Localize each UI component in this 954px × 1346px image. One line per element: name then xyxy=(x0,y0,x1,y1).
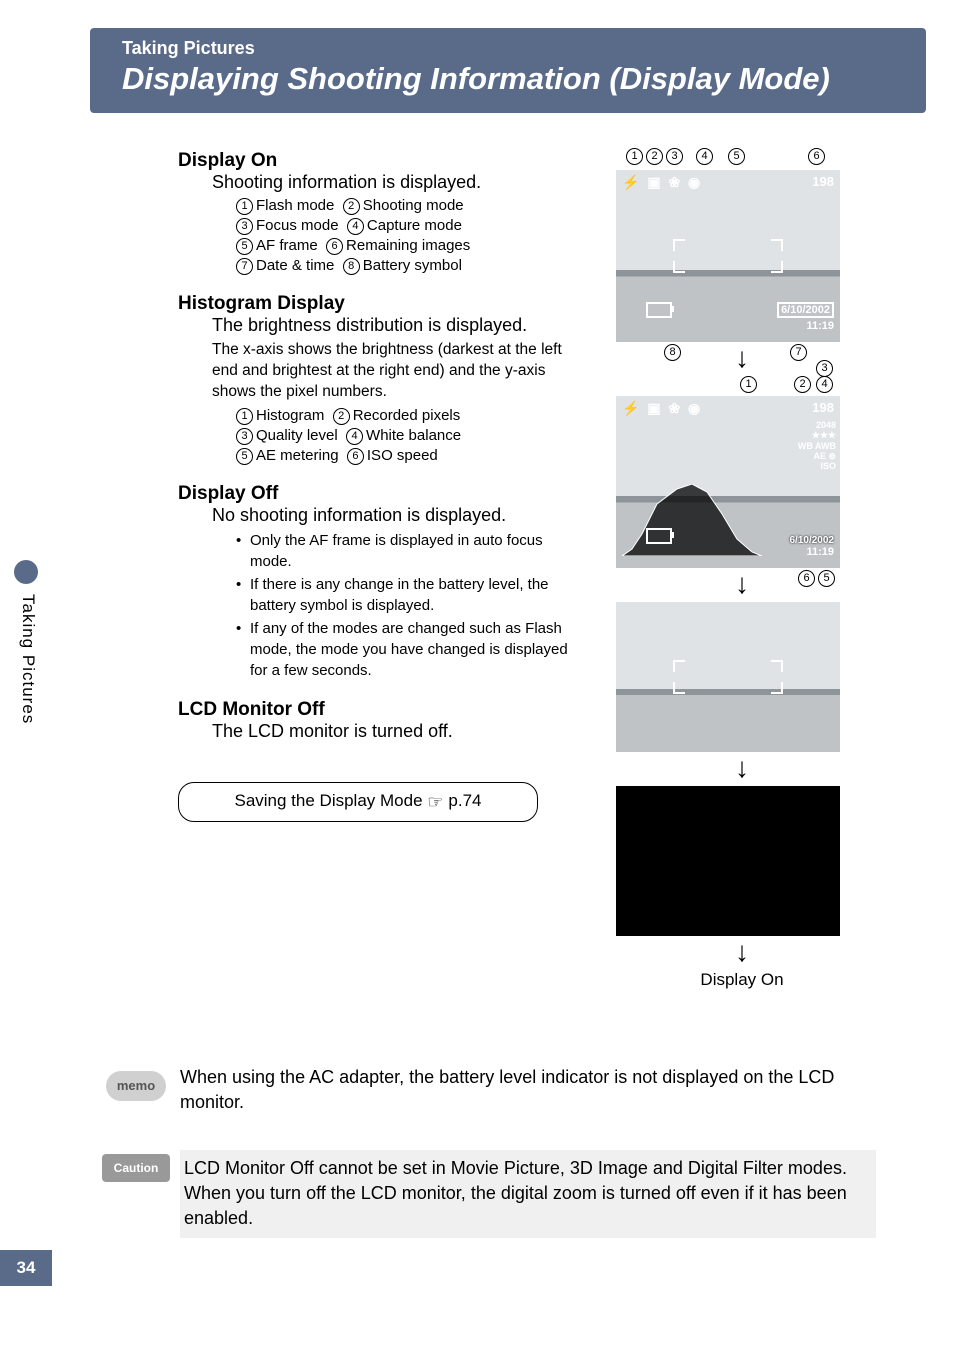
pointer-icon: ☞ xyxy=(427,792,448,812)
section-title: Display On xyxy=(178,150,578,172)
page-header: Taking Pictures Displaying Shooting Info… xyxy=(90,28,926,113)
bullet: If there is any change in the battery le… xyxy=(236,574,578,616)
memo-label: memo xyxy=(106,1071,166,1101)
side-tab: Taking Pictures xyxy=(0,560,52,820)
callout-row-h-top: 1 2 3 4 xyxy=(612,376,852,398)
section-display-off: Display Off No shooting information is d… xyxy=(178,483,578,681)
memo-block: memo When using the AC adapter, the batt… xyxy=(106,1065,866,1115)
battery-icon xyxy=(646,302,672,318)
section-lead: Shooting information is displayed. xyxy=(212,172,578,193)
section-title: Display Off xyxy=(178,483,578,505)
item-list: 1Histogram 2Recorded pixels 3Quality lev… xyxy=(236,407,578,465)
histogram-info: 2048 ★★★ WB AWB AE ⊚ ISO xyxy=(780,420,836,472)
histogram-icon xyxy=(622,484,762,556)
section-body: The x-axis shows the brightness (darkest… xyxy=(212,340,578,403)
item-list: 1Flash mode 2Shooting mode 3Focus mode 4… xyxy=(236,197,578,275)
side-dot-icon xyxy=(14,560,38,584)
time-label: 11:19 xyxy=(806,546,834,558)
cycle-end-label: Display On xyxy=(612,970,872,990)
memo-text: When using the AC adapter, the battery l… xyxy=(180,1065,866,1115)
main-content: Display On Shooting information is displ… xyxy=(178,150,578,822)
battery-icon xyxy=(646,528,672,544)
callout-row-top: 1 2 3 4 5 6 xyxy=(612,148,852,172)
header-title: Displaying Shooting Information (Display… xyxy=(122,61,906,97)
section-display-on: Display On Shooting information is displ… xyxy=(178,150,578,275)
manual-page: Taking Pictures Displaying Shooting Info… xyxy=(0,0,954,1346)
section-lcd-off: LCD Monitor Off The LCD monitor is turne… xyxy=(178,699,578,742)
down-arrow-icon: ↓ xyxy=(612,752,872,784)
lcd-histogram: ⚡ ▣ ❀ ◉ 198 2048 ★★★ WB AWB AE ⊚ ISO 6/1… xyxy=(616,396,840,568)
header-category: Taking Pictures xyxy=(122,38,906,59)
icon-row: ⚡ ▣ ❀ ◉ xyxy=(622,400,702,417)
lcd-display-off xyxy=(616,602,840,752)
bullet: Only the AF frame is displayed in auto f… xyxy=(236,530,578,572)
black-screen xyxy=(616,786,840,936)
lcd-column: 1 2 3 4 5 6 ⚡ ▣ ❀ ◉ 198 6/10/2002 11:19 … xyxy=(612,148,872,990)
section-title: LCD Monitor Off xyxy=(178,699,578,721)
cross-ref-label: Saving the Display Mode xyxy=(234,791,422,810)
caution-block: Caution LCD Monitor Off cannot be set in… xyxy=(106,1150,876,1238)
icon-row: ⚡ ▣ ❀ ◉ xyxy=(622,174,702,191)
caution-text: LCD Monitor Off cannot be set in Movie P… xyxy=(180,1150,876,1238)
section-title: Histogram Display xyxy=(178,293,578,315)
down-arrow-icon: ↓ xyxy=(612,936,872,968)
section-histogram: Histogram Display The brightness distrib… xyxy=(178,293,578,465)
bullet: If any of the modes are changed such as … xyxy=(236,618,578,681)
section-lead: No shooting information is displayed. xyxy=(212,505,578,526)
time-label: 11:19 xyxy=(806,320,834,332)
date-box: 6/10/2002 xyxy=(777,302,834,318)
side-tab-label: Taking Pictures xyxy=(18,594,38,724)
section-lead: The brightness distribution is displayed… xyxy=(212,315,578,336)
caution-label: Caution xyxy=(102,1154,170,1182)
page-number: 34 xyxy=(0,1250,52,1286)
cross-ref-box: Saving the Display Mode ☞ p.74 xyxy=(178,782,538,822)
save-row: Saving the Display Mode ☞ p.74 xyxy=(178,782,578,822)
remaining-images: 198 xyxy=(812,174,834,189)
bullet-list: Only the AF frame is displayed in auto f… xyxy=(236,530,578,681)
callout-row-bottom: 8 7 xyxy=(612,344,852,366)
lcd-monitor-off xyxy=(616,786,840,936)
callout-row-h-bottom: 6 5 xyxy=(612,570,852,590)
remaining-images: 198 xyxy=(812,400,834,415)
cross-ref-page: p.74 xyxy=(448,791,481,810)
af-frame xyxy=(673,660,783,694)
date-label: 6/10/2002 xyxy=(790,535,835,546)
af-frame xyxy=(673,239,783,273)
lcd-display-on: ⚡ ▣ ❀ ◉ 198 6/10/2002 11:19 xyxy=(616,170,840,342)
section-lead: The LCD monitor is turned off. xyxy=(212,721,578,742)
